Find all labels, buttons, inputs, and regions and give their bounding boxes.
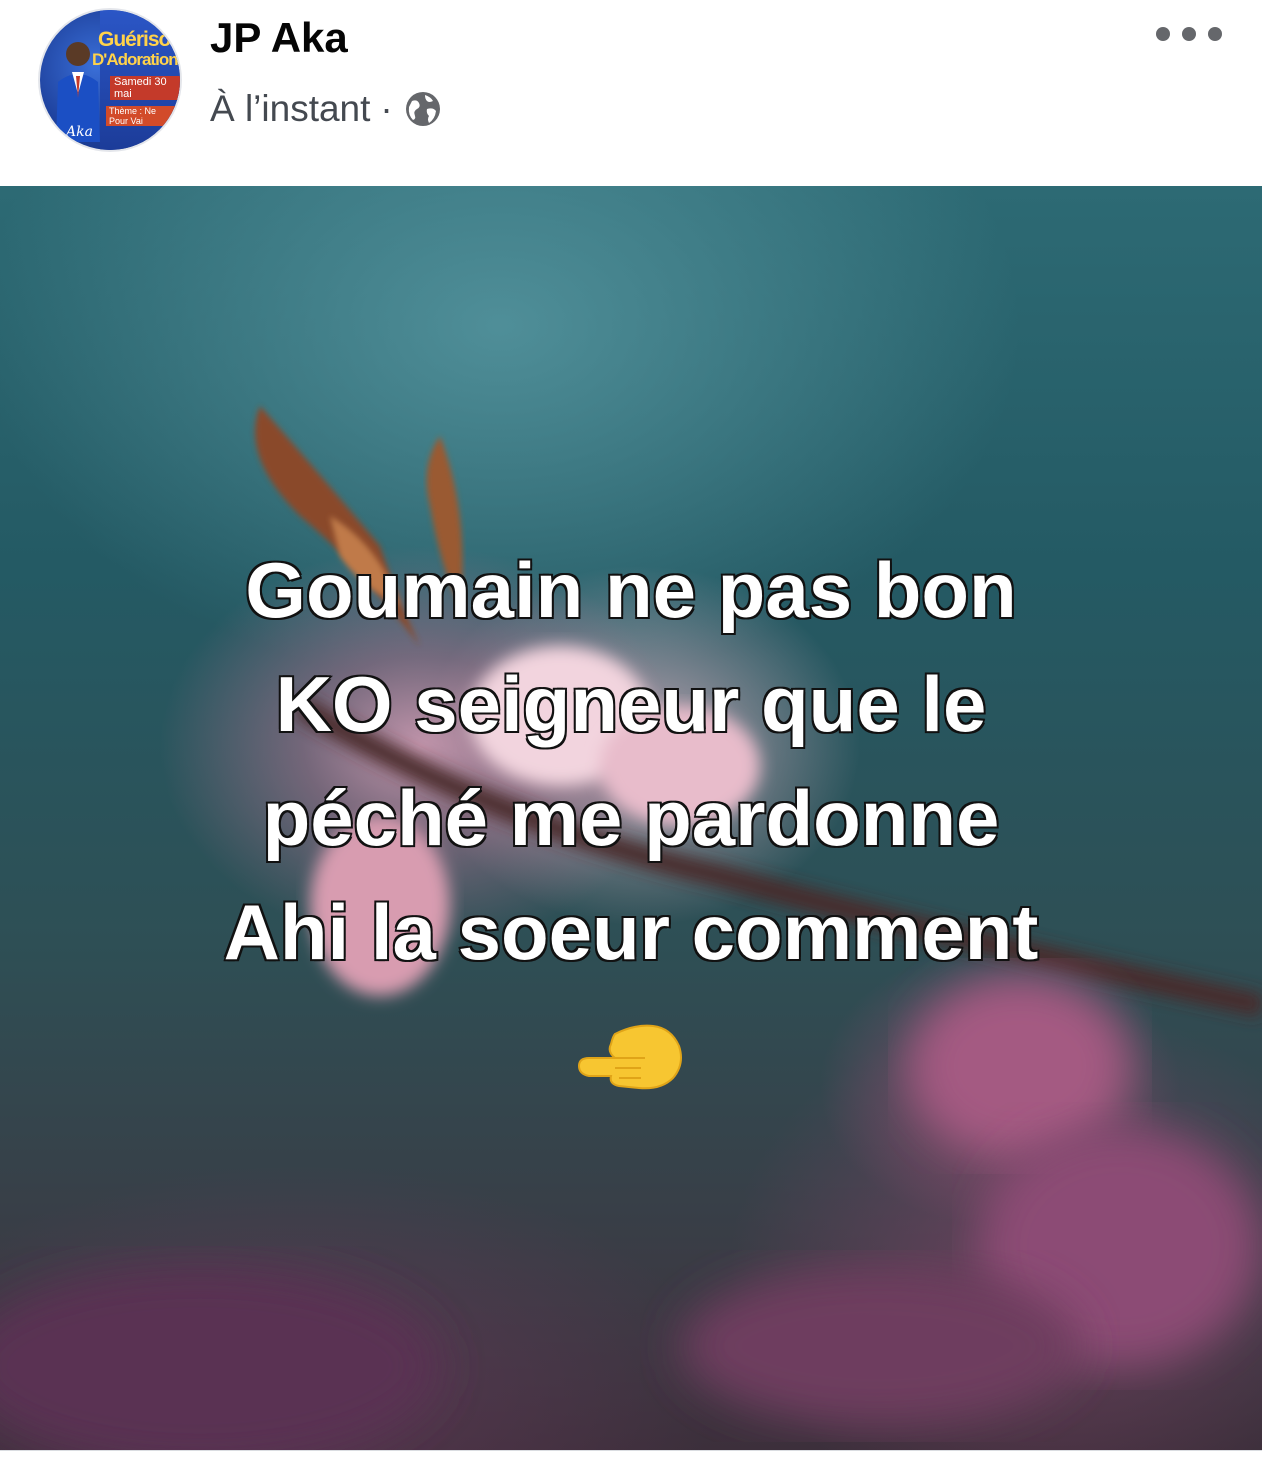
image-caption: Goumain ne pas bon KO seigneur que le pé…	[60, 533, 1202, 989]
author-name[interactable]: JP Aka	[210, 14, 348, 62]
post-timestamp[interactable]: À l’instant	[210, 88, 370, 130]
post-header: Guériso D'Adoration Samedi 30 mai Thème …	[0, 0, 1262, 186]
caption-line: Goumain ne pas bon	[244, 545, 1018, 636]
post-footer-divider	[0, 1450, 1262, 1472]
avatar-signature: Aka	[66, 124, 93, 140]
caption-line: KO seigneur que le	[274, 659, 988, 750]
more-dot	[1182, 27, 1196, 41]
globe-icon[interactable]	[403, 89, 443, 129]
meta-separator: ·	[380, 88, 393, 129]
caption-line: Ahi la soeur comment	[222, 887, 1040, 978]
facebook-post: Guériso D'Adoration Samedi 30 mai Thème …	[0, 0, 1262, 1472]
more-dot	[1156, 27, 1170, 41]
author-avatar[interactable]: Guériso D'Adoration Samedi 30 mai Thème …	[40, 10, 180, 150]
avatar-text-line3: Samedi 30 mai	[110, 76, 180, 100]
more-dot	[1208, 27, 1222, 41]
pointing-left-hand-emoji	[577, 1024, 682, 1090]
avatar-text-line1: Guériso	[98, 28, 171, 51]
more-options-icon[interactable]	[1156, 24, 1222, 44]
post-image[interactable]: Goumain ne pas bon KO seigneur que le pé…	[0, 186, 1262, 1450]
caption-line: péché me pardonne	[261, 773, 1001, 864]
avatar-text-line4: Thème : Ne Pour Vai	[106, 106, 180, 126]
post-meta: À l’instant ·	[210, 88, 443, 130]
avatar-text-line2: D'Adoration	[92, 50, 179, 69]
